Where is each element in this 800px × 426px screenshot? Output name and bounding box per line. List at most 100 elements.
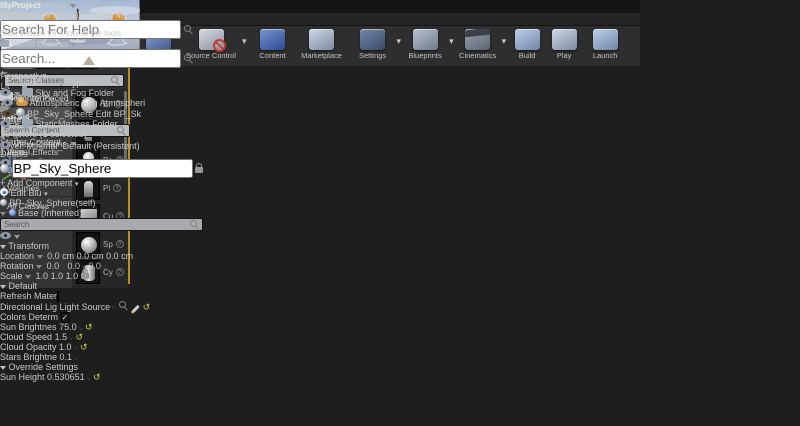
directional-light-dropdown[interactable]: Light Source [60,302,117,312]
outliner-row-staticmeshes[interactable]: StaticMeshes Folder [0,117,203,129]
location-x-field[interactable]: 0.0 cm [47,251,74,261]
play-button[interactable]: Play [546,28,582,60]
outliner-row-bp-sky-sphere[interactable]: BP_Sky_Sphere Edit BP_Sk [0,108,203,119]
cloud-speed-field[interactable]: 1.5↘ [55,332,73,342]
component-icon [0,199,7,206]
chevron-down-icon[interactable] [13,235,20,239]
stars-brightness-field[interactable]: 0.1↘ [60,352,78,362]
outliner-row-atmospheric-fog[interactable]: Atmospheric Fog Atmospheri [0,97,203,108]
revert-icon[interactable]: ↺ [93,372,101,382]
folder-icon [22,86,34,96]
launch-button[interactable]: Launch [584,28,626,60]
visibility-eye-icon[interactable] [0,89,11,96]
close-tab-icon[interactable]: × [71,42,75,49]
chevron-down-icon: ▾ [74,181,79,188]
outliner-row-sky-and-fog[interactable]: Sky and Fog Folder [0,86,203,98]
plus-icon: + [0,178,6,188]
component-self-row[interactable]: BP_Sky_Sphere(self) [0,198,203,208]
lock-icon[interactable] [195,163,204,173]
sphere-actor-icon [15,108,25,117]
blueprints-icon [412,29,438,50]
marketplace-button[interactable]: Marketplace [297,28,347,60]
expand-icon: ↘ [72,355,78,362]
chevron-down-icon[interactable]: ▾ [242,36,247,47]
settings-button[interactable]: Settings [351,28,395,60]
chevron-down-icon[interactable]: ▾ [449,36,454,47]
sun-brightness-row: Sun Brightnes 75.0↘ ↺ [0,322,93,332]
chevron-down-icon[interactable]: ▾ [502,36,507,47]
revert-icon[interactable]: ↺ [85,322,93,332]
content-button[interactable]: Content [251,28,295,60]
add-component-button[interactable]: + Add Component ▾ [0,178,203,188]
chevron-down-icon[interactable] [25,275,32,279]
chevron-down-icon[interactable]: ▾ [397,36,402,47]
expander-icon[interactable] [13,123,20,127]
rotation-z-field[interactable]: 0.0↘ [88,261,106,271]
revert-icon[interactable]: ↺ [80,342,88,352]
expander-icon[interactable] [13,92,20,96]
content-icon [260,29,286,50]
chevron-down-icon[interactable] [36,265,43,269]
cinematics-button[interactable]: Cinematics [456,28,500,60]
visibility-eye-icon[interactable] [2,99,13,106]
details-tabrow: Details × [0,149,203,159]
override-settings-section-header[interactable]: Override Settings [0,362,203,372]
details-tab[interactable]: Details × [0,149,203,159]
atmospheric-fog-icon [15,97,28,106]
revert-icon[interactable]: ↺ [75,332,83,342]
scale-z-field[interactable]: 1.0 [66,271,79,281]
outliner-search-row: + [0,49,203,78]
expand-icon: ↘ [84,375,91,382]
edit-blueprint-button[interactable]: Edit Blu ▾ [0,188,203,198]
close-popup-icon[interactable]: × [0,0,5,10]
default-section-header[interactable]: Default [0,281,203,291]
component-base-row[interactable]: Base (Inherited) [0,208,203,218]
close-tab-icon[interactable]: × [30,152,34,159]
outliner-column-headers: Label ▲ Type [0,78,203,88]
outliner-icon [0,38,9,47]
transform-section-header[interactable]: Transform [0,241,203,251]
search-icon [183,54,193,63]
revert-icon[interactable]: ↺ [143,302,151,312]
actor-name-input[interactable] [11,159,193,178]
welcome-popup: × Welcome to Unreal Engine 4! Click thei… [0,0,124,38]
visibility-eye-icon[interactable] [0,120,11,127]
edit-icon[interactable] [130,304,140,314]
popup-title: Welcome to Unreal Engine 4! [0,10,124,20]
folder-icon [22,117,34,127]
cinematics-icon [465,29,491,50]
stars-brightness-row: Stars Brightne 0.1↘ [0,352,78,362]
sun-height-row: Sun Height 0.530651↘ ↺ [0,372,101,382]
outliner-view-options-button[interactable]: View Options [0,139,203,149]
location-y-field[interactable]: 0.0 cm [77,251,104,261]
launch-icon [592,29,618,50]
expander-icon[interactable] [0,212,6,216]
refresh-material-row: Refresh Mater [0,291,60,302]
chevron-down-icon[interactable] [36,255,43,259]
spin-icon: ↘ [100,264,107,271]
visibility-eye-icon[interactable] [2,110,13,117]
label-column-header[interactable]: Label [0,78,42,88]
colors-determined-row: Colors Determ ✓ [0,312,70,323]
build-button[interactable]: Build [510,28,544,60]
sun-height-field[interactable]: 0.530651↘ [47,372,90,382]
scale-x-field[interactable]: 1.0 [36,271,49,281]
browse-icon[interactable] [118,301,128,310]
main-toolbar: Save Source Control ▾ Content Marketplac… [130,26,640,66]
chevron-down-icon [69,142,76,146]
lock-icon[interactable] [80,269,89,279]
add-actor-button[interactable]: + [0,68,203,78]
scale-y-field[interactable]: 1.0 [51,271,64,281]
rotation-x-field[interactable]: 0.0↘ [47,261,65,271]
blueprints-button[interactable]: Blueprints [403,28,447,60]
world-outliner-tab[interactable]: World Outliner × [0,38,203,49]
type-column-header[interactable]: Type [67,78,87,88]
eye-icon[interactable] [0,232,11,239]
cloud-opacity-field[interactable]: 1.0↘ [59,342,77,352]
directional-light-row: Directional Lig Light Source ↺ [0,301,151,314]
scale-row: Scale 1.0 1.0 1.0 [0,269,203,281]
location-z-field[interactable]: 0.0 cm [106,251,133,261]
details-search-input[interactable] [4,220,188,229]
marketplace-icon [309,29,335,50]
sun-brightness-field[interactable]: 75.0↘ [59,322,82,332]
